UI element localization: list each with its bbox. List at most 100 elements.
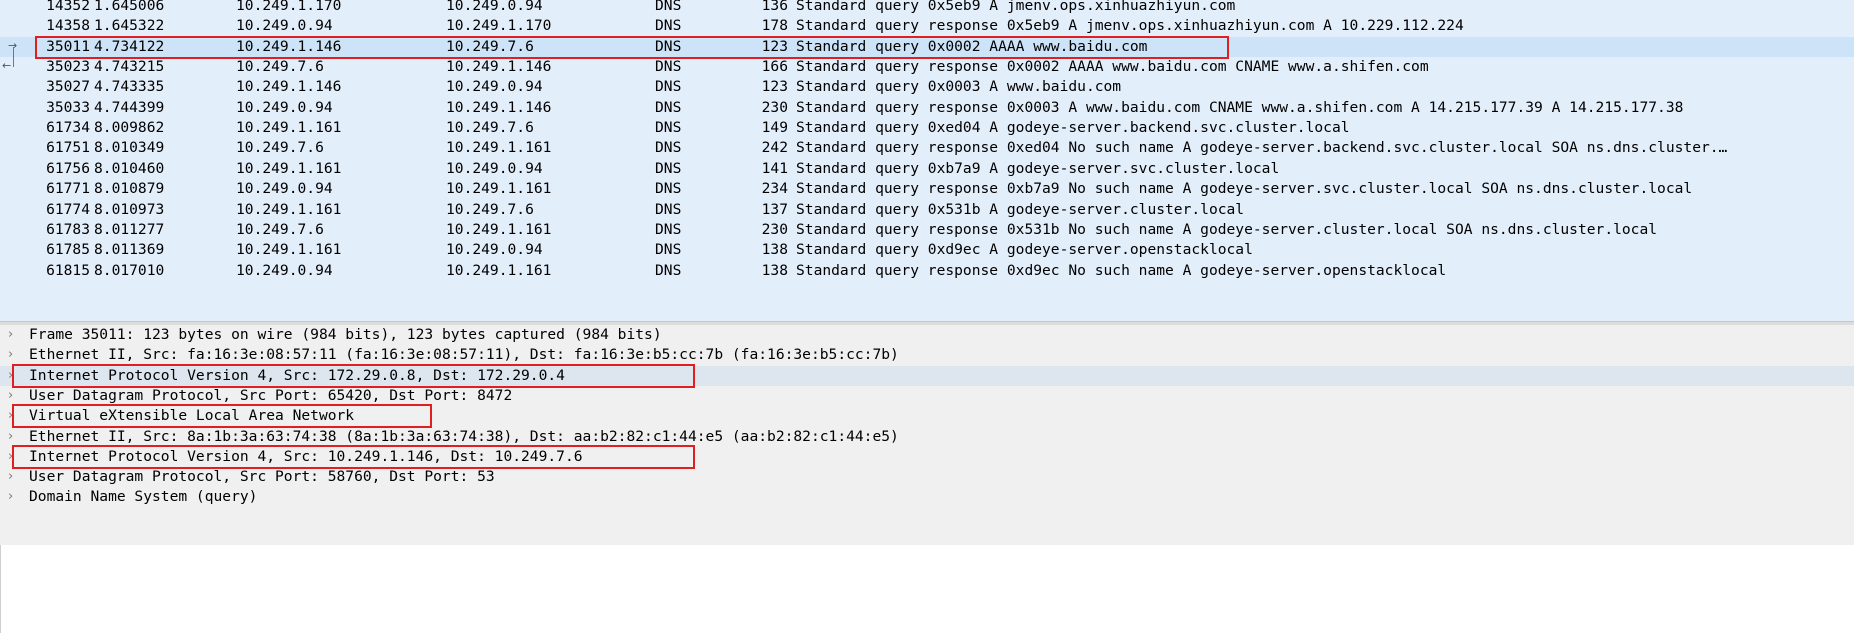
packet-info: Standard query response 0x0003 A www.bai… xyxy=(796,98,1684,116)
packet-row-selected[interactable]: 35011 4.734122 10.249.1.146 10.249.7.6 DNS 12… xyxy=(0,36,1854,58)
packet-no: 61756 xyxy=(46,159,90,177)
chevron-right-icon[interactable]: › xyxy=(8,447,22,467)
relation-connector xyxy=(13,46,14,68)
packet-dst: 10.249.0.94 xyxy=(446,78,543,96)
packet-row[interactable]: 61771 8.010879 10.249.0.94 10.249.1.161 DNS 2… xyxy=(0,179,1854,199)
packet-len: 136 xyxy=(761,0,788,14)
packet-info: Standard query response 0x5eb9 A jmenv.o… xyxy=(796,17,1464,35)
chevron-right-icon[interactable]: › xyxy=(8,406,22,426)
packet-src: 10.249.1.146 xyxy=(236,37,342,55)
packet-no: 61771 xyxy=(46,180,90,198)
packet-row[interactable]: 61815 8.017010 10.249.0.94 10.249.1.161 DNS 1… xyxy=(0,261,1854,281)
packet-time: 4.734122 xyxy=(94,37,165,55)
packet-len: 178 xyxy=(761,17,788,35)
packet-info: Standard query response 0xd9ec No such n… xyxy=(796,261,1447,279)
packet-info: Standard query 0xb7a9 A godeye-server.sv… xyxy=(796,159,1280,177)
packet-time: 1.645322 xyxy=(94,17,165,35)
chevron-right-icon[interactable]: › xyxy=(8,386,22,406)
chevron-right-icon[interactable]: › xyxy=(8,487,22,507)
packet-row[interactable]: 61785 8.011369 10.249.1.161 10.249.0.94 DNS 1… xyxy=(0,240,1854,260)
details-tree-item[interactable]: › Ethernet II, Src: 8a:1b:3a:63:74:38 (8a… xyxy=(0,427,1854,447)
packet-len: 138 xyxy=(761,241,788,259)
packet-info: Standard query 0x5eb9 A jmenv.ops.xinhua… xyxy=(796,0,1236,14)
details-tree-item[interactable]: › Ethernet II, Src: fa:16:3e:08:57:11 (fa… xyxy=(0,345,1854,365)
packet-src: 10.249.1.161 xyxy=(236,119,342,137)
packet-no: 61785 xyxy=(46,241,90,259)
packet-row[interactable]: 35023 4.743215 10.249.7.6 10.249.1.146 DNS 16… xyxy=(0,57,1854,77)
packet-len: 123 xyxy=(761,78,788,96)
details-tree-item[interactable]: › Domain Name System (query) xyxy=(0,487,1854,507)
packet-time: 8.010973 xyxy=(94,200,165,218)
packet-time: 8.010879 xyxy=(94,180,165,198)
packet-row[interactable]: 61751 8.010349 10.249.7.6 10.249.1.161 DNS 24… xyxy=(0,138,1854,158)
packet-time: 4.744399 xyxy=(94,98,165,116)
packet-row[interactable]: 35033 4.744399 10.249.0.94 10.249.1.146 DNS 2… xyxy=(0,98,1854,118)
packet-dst: 10.249.1.161 xyxy=(446,261,552,279)
packet-row[interactable]: 61734 8.009862 10.249.1.161 10.249.7.6 DNS 14… xyxy=(0,118,1854,138)
chevron-right-icon[interactable]: › xyxy=(8,467,22,487)
packet-src: 10.249.1.161 xyxy=(236,200,342,218)
packet-list[interactable]: 14352 1.645006 10.249.1.170 10.249.0.94 DNS 1… xyxy=(0,0,1854,321)
details-tree-item[interactable]: › Frame 35011: 123 bytes on wire (984 bit… xyxy=(0,325,1854,345)
packet-time: 4.743215 xyxy=(94,58,165,76)
details-item-label: Internet Protocol Version 4, Src: 10.249… xyxy=(29,447,583,465)
packet-row[interactable]: 14352 1.645006 10.249.1.170 10.249.0.94 DNS 1… xyxy=(0,0,1854,16)
packet-len: 242 xyxy=(761,139,788,157)
packet-no: 14352 xyxy=(46,0,90,14)
packet-no: 61734 xyxy=(46,119,90,137)
packet-time: 1.645006 xyxy=(94,0,165,14)
details-tree-item[interactable]: › User Datagram Protocol, Src Port: 58760… xyxy=(0,467,1854,487)
packet-dst: 10.249.7.6 xyxy=(446,37,534,55)
packet-len: 149 xyxy=(761,119,788,137)
packet-row[interactable]: 35027 4.743335 10.249.1.146 10.249.0.94 DNS 1… xyxy=(0,77,1854,97)
packet-info: Standard query response 0x0002 AAAA www.… xyxy=(796,58,1429,76)
related-response-indicator: ← xyxy=(0,57,32,81)
packet-len: 230 xyxy=(761,220,788,238)
packet-row[interactable]: 14358 1.645322 10.249.0.94 10.249.1.170 DNS 1… xyxy=(0,16,1854,36)
packet-info: Standard query 0x0002 AAAA www.baidu.com xyxy=(796,37,1148,55)
chevron-right-icon[interactable]: › xyxy=(8,427,22,447)
packet-no: 61751 xyxy=(46,139,90,157)
details-item-label: Ethernet II, Src: 8a:1b:3a:63:74:38 (8a:… xyxy=(29,427,899,445)
packet-info: Standard query 0x531b A godeye-server.cl… xyxy=(796,200,1245,218)
response-arrow-icon: ← xyxy=(2,59,12,73)
packet-info: Standard query 0xd9ec A godeye-server.op… xyxy=(796,241,1253,259)
packet-no: 61815 xyxy=(46,261,90,279)
packet-src: 10.249.0.94 xyxy=(236,261,333,279)
details-item-label: Virtual eXtensible Local Area Network xyxy=(29,407,355,425)
details-item-label: Ethernet II, Src: fa:16:3e:08:57:11 (fa:… xyxy=(29,346,899,364)
chevron-right-icon[interactable]: › xyxy=(8,366,22,386)
packet-src: 10.249.1.146 xyxy=(236,78,342,96)
packet-dst: 10.249.0.94 xyxy=(446,159,543,177)
packet-time: 8.011369 xyxy=(94,241,165,259)
packet-details-pane[interactable]: › Frame 35011: 123 bytes on wire (984 bit… xyxy=(0,325,1854,633)
packet-no: 35033 xyxy=(46,98,90,116)
chevron-right-icon[interactable]: › xyxy=(8,325,22,345)
packet-len: 166 xyxy=(761,58,788,76)
details-tree-item[interactable]: › Internet Protocol Version 4, Src: 10.24… xyxy=(0,447,1854,467)
packet-no: 61783 xyxy=(46,220,90,238)
packet-src: 10.249.7.6 xyxy=(236,220,324,238)
packet-src: 10.249.1.161 xyxy=(236,159,342,177)
chevron-right-icon[interactable]: › xyxy=(8,345,22,365)
details-tree-item[interactable]: › User Datagram Protocol, Src Port: 65420… xyxy=(0,386,1854,406)
packet-dst: 10.249.7.6 xyxy=(446,119,534,137)
packet-row[interactable]: 61783 8.011277 10.249.7.6 10.249.1.161 DNS 23… xyxy=(0,220,1854,240)
details-tree-item[interactable]: › Virtual eXtensible Local Area Network xyxy=(0,406,1854,426)
packet-len: 234 xyxy=(761,180,788,198)
packet-time: 8.011277 xyxy=(94,220,165,238)
packet-row[interactable]: 61756 8.010460 10.249.1.161 10.249.0.94 DNS 1… xyxy=(0,159,1854,179)
details-tree-item[interactable]: › Internet Protocol Version 4, Src: 172.2… xyxy=(0,365,1854,386)
details-item-label: User Datagram Protocol, Src Port: 58760,… xyxy=(29,468,495,486)
details-item-label: User Datagram Protocol, Src Port: 65420,… xyxy=(29,386,513,404)
packet-dst: 10.249.1.161 xyxy=(446,139,552,157)
packet-src: 10.249.1.170 xyxy=(236,0,342,14)
packet-time: 8.009862 xyxy=(94,119,165,137)
packet-row[interactable]: 61774 8.010973 10.249.1.161 10.249.7.6 DNS 13… xyxy=(0,200,1854,220)
packet-info: Standard query 0x0003 A www.baidu.com xyxy=(796,78,1122,96)
packet-info: Standard query response 0xb7a9 No such n… xyxy=(796,180,1693,198)
packet-len: 141 xyxy=(761,159,788,177)
details-item-label: Domain Name System (query) xyxy=(29,488,258,506)
packet-src: 10.249.7.6 xyxy=(236,58,324,76)
details-item-label: Frame 35011: 123 bytes on wire (984 bits… xyxy=(29,326,662,343)
